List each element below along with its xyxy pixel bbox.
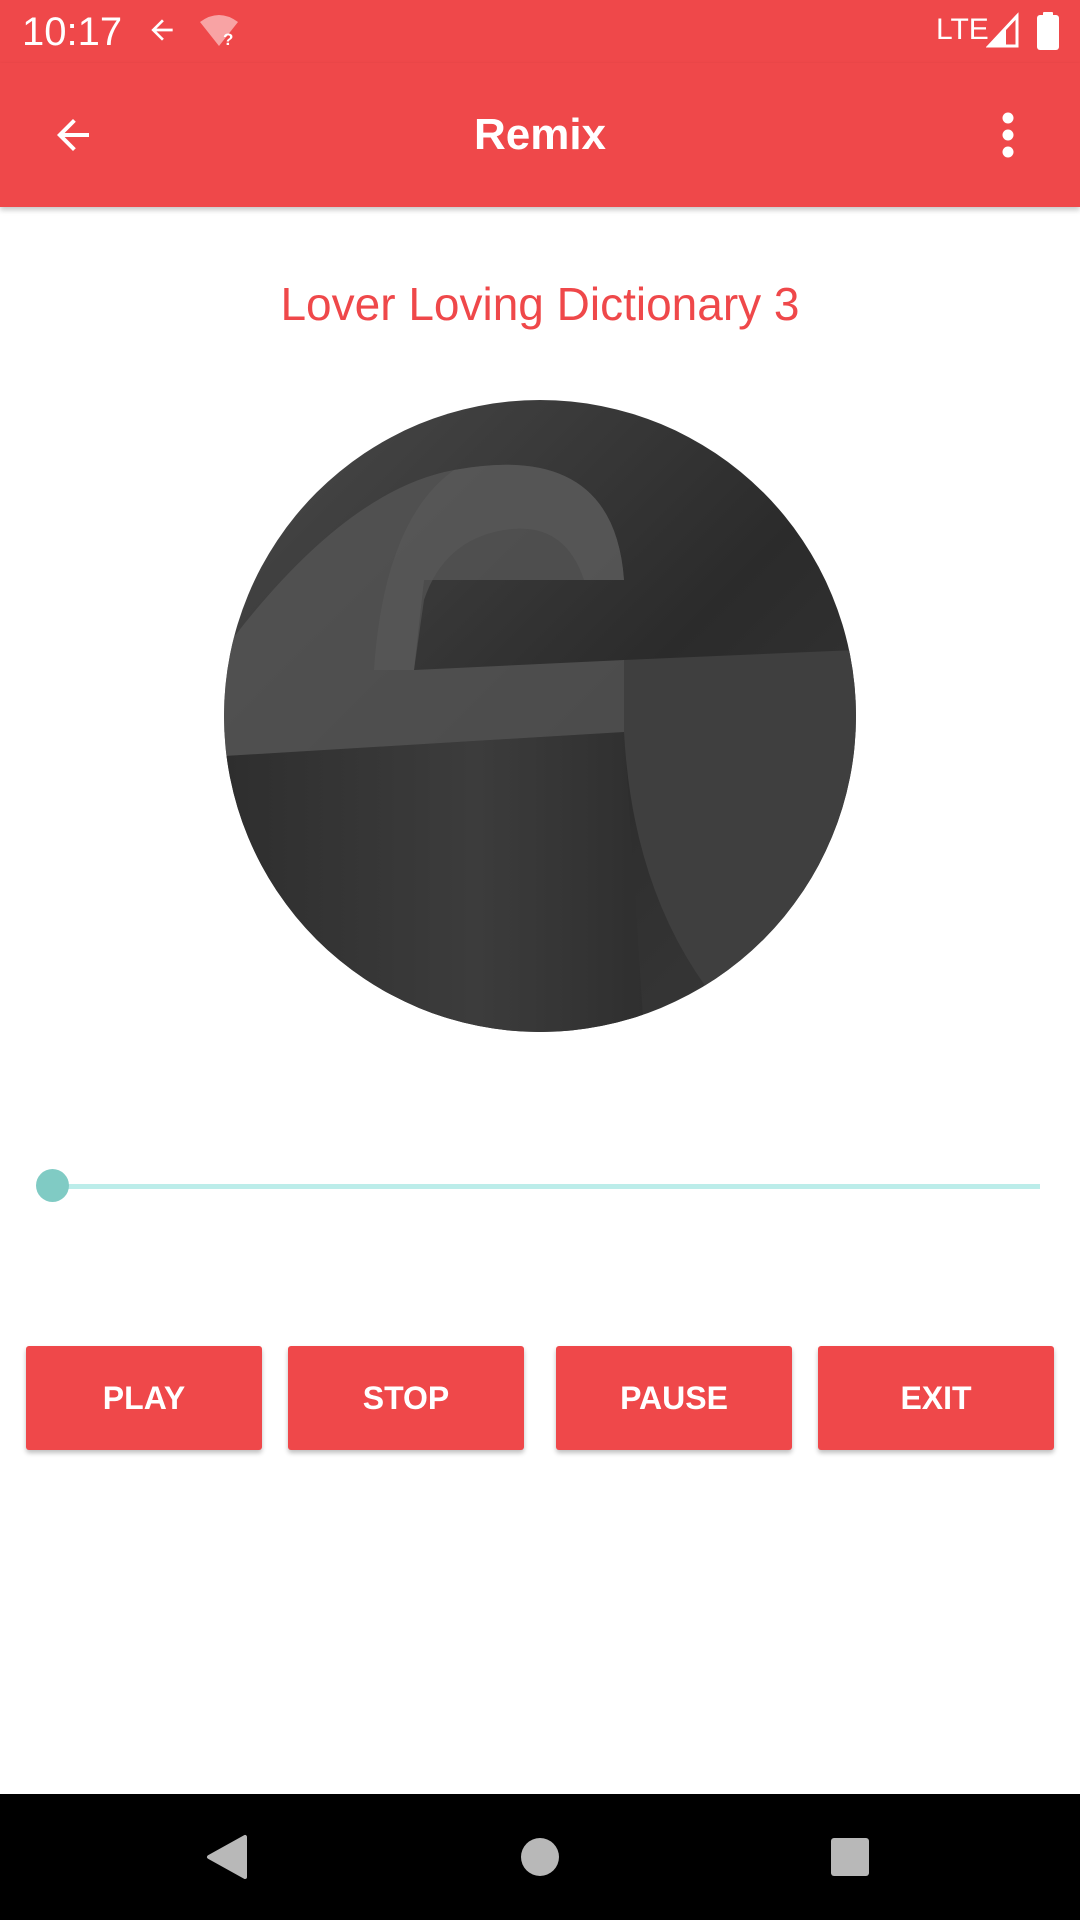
back-arrow-icon — [151, 19, 173, 41]
more-vert-icon — [1002, 112, 1014, 158]
seek-track — [52, 1184, 1040, 1189]
network-type: LTE — [936, 13, 989, 46]
wifi-unknown-icon: ? — [200, 15, 238, 48]
page-title: Remix — [473, 110, 607, 159]
back-triangle-icon — [207, 1835, 247, 1879]
status-bar: 10:17 ? LTE — [0, 0, 1080, 63]
pause-button[interactable]: PAUSE — [556, 1346, 792, 1450]
battery-icon — [1037, 12, 1059, 50]
overflow-menu-button[interactable] — [982, 105, 1034, 165]
system-nav-bar — [0, 1794, 1080, 1920]
home-circle-icon — [521, 1838, 559, 1876]
signal-icon — [986, 12, 1019, 48]
seek-bar[interactable] — [36, 1166, 1040, 1206]
nav-recents-button[interactable] — [815, 1822, 885, 1892]
exit-button[interactable]: EXIT — [818, 1346, 1054, 1450]
song-title: Lover Loving Dictionary 3 — [280, 278, 800, 330]
nav-home-button[interactable] — [505, 1822, 575, 1892]
album-art — [224, 400, 856, 1032]
svg-text:?: ? — [223, 30, 233, 48]
nav-back-button[interactable] — [192, 1822, 262, 1892]
status-time: 10:17 — [22, 10, 123, 54]
app-bar: Remix — [0, 63, 1080, 207]
play-button[interactable]: PLAY — [26, 1346, 262, 1450]
seek-thumb[interactable] — [36, 1169, 69, 1202]
recents-square-icon — [831, 1838, 869, 1876]
stop-button[interactable]: STOP — [288, 1346, 524, 1450]
